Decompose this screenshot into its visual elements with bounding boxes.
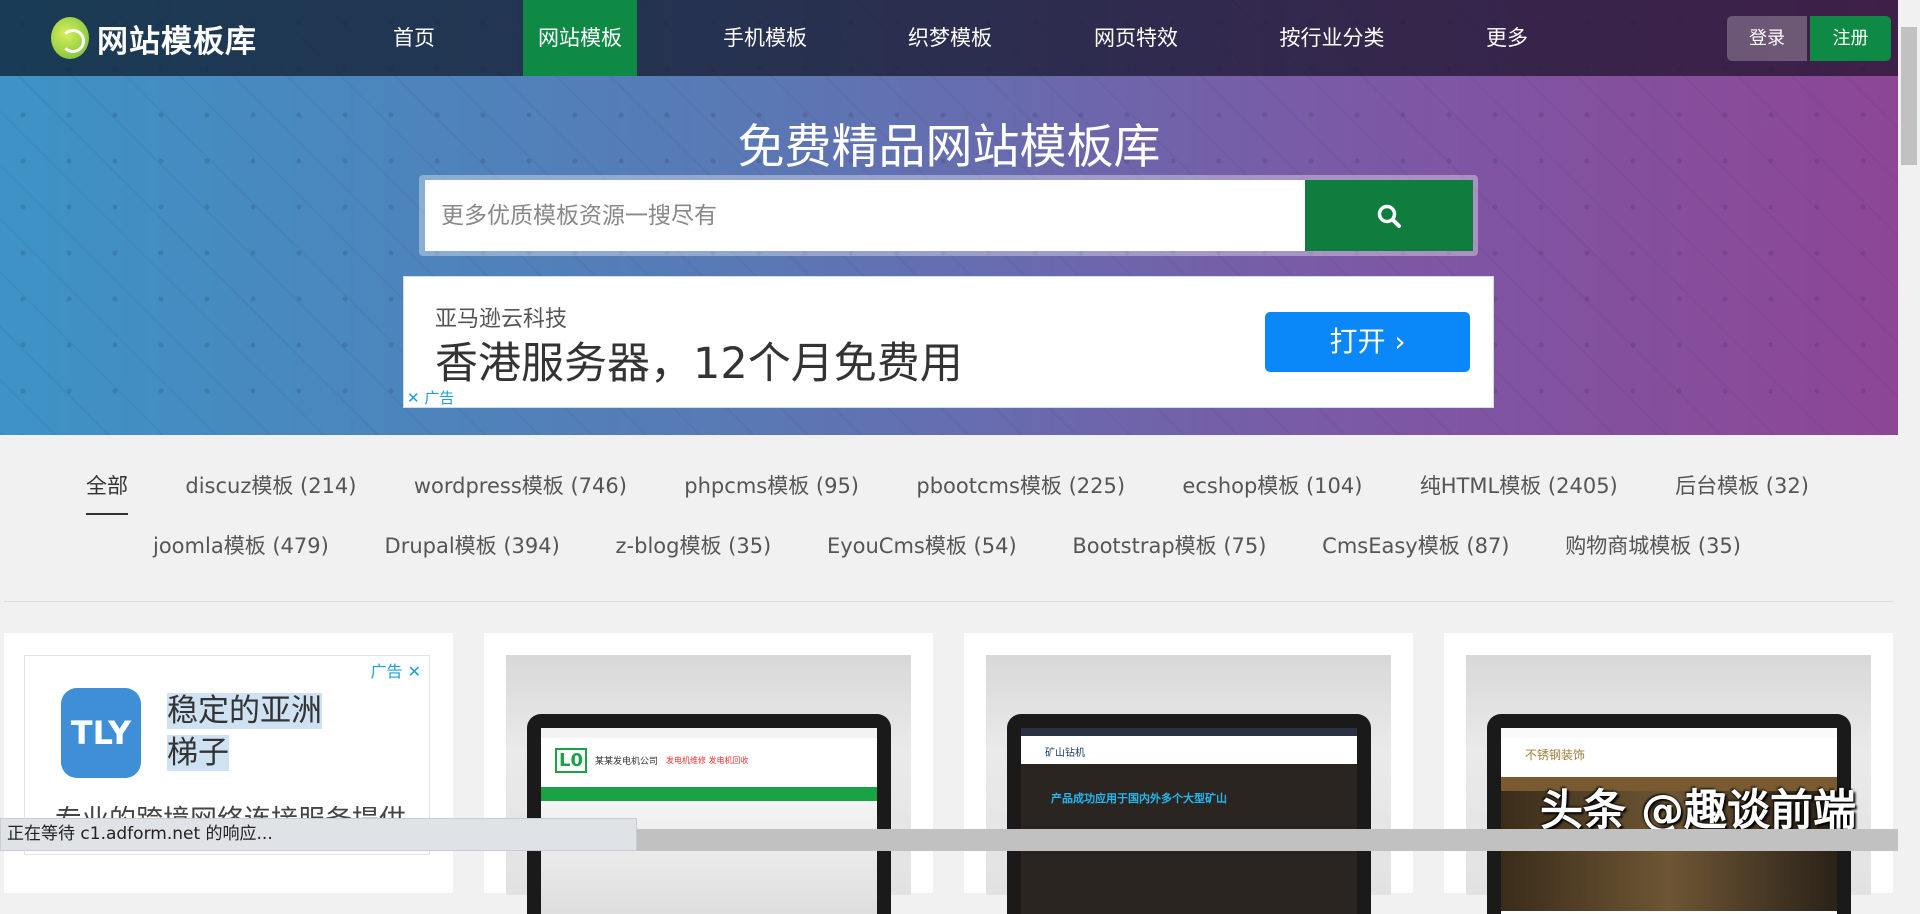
- ad-close-tag[interactable]: ✕ 广告: [407, 387, 454, 408]
- category-eyoucms[interactable]: EyouCms模板 (54): [827, 530, 1017, 560]
- category-row-2: joomla模板 (479) Drupal模板 (394) z-blog模板 (…: [153, 530, 1741, 560]
- nav-home[interactable]: 首页: [393, 0, 435, 76]
- category-zblog[interactable]: z-blog模板 (35): [616, 530, 772, 560]
- category-shop[interactable]: 购物商城模板 (35): [1565, 530, 1741, 560]
- category-admin[interactable]: 后台模板 (32): [1675, 470, 1809, 500]
- tly-logo: TLY: [61, 688, 141, 778]
- nav-by-industry[interactable]: 按行业分类: [1280, 0, 1385, 76]
- category-row-1: 全部 discuz模板 (214) wordpress模板 (746) phpc…: [86, 470, 1809, 515]
- status-bar: 正在等待 c1.adform.net 的响应...: [0, 818, 637, 851]
- login-button[interactable]: 登录: [1727, 16, 1807, 61]
- category-all[interactable]: 全部: [86, 470, 128, 515]
- category-phpcms[interactable]: phpcms模板 (95): [684, 470, 859, 500]
- thumb-headline: 产品成功应用于国内外多个大型矿山: [1051, 792, 1227, 805]
- template-thumbnail[interactable]: L0 某某发电机公司 发电机维修 发电机回收: [506, 655, 911, 914]
- ad-open-button[interactable]: 打开 ›: [1265, 312, 1470, 372]
- vertical-scrollbar[interactable]: [1898, 0, 1920, 851]
- category-pbootcms[interactable]: pbootcms模板 (225): [916, 470, 1125, 500]
- banner-ad[interactable]: 亚马逊云科技 香港服务器，12个月免费用 打开 › ✕ 广告: [403, 276, 1494, 408]
- category-joomla[interactable]: joomla模板 (479): [153, 530, 329, 560]
- nav-dede-templates[interactable]: 织梦模板: [908, 0, 992, 76]
- laptop-mockup: L0 某某发电机公司 发电机维修 发电机回收: [527, 714, 891, 914]
- template-card[interactable]: 不锈钢装饰: [1444, 633, 1893, 914]
- category-cmseasy[interactable]: CmsEasy模板 (87): [1322, 530, 1509, 560]
- horizontal-scrollbar[interactable]: [637, 829, 1898, 851]
- laptop-mockup: 矿山钻机 产品成功应用于国内外多个大型矿山: [1007, 714, 1371, 914]
- nav-more[interactable]: 更多: [1486, 0, 1528, 76]
- category-drupal[interactable]: Drupal模板 (394): [385, 530, 560, 560]
- thumb-company: 某某发电机公司: [595, 757, 659, 767]
- search-icon: [1377, 204, 1401, 228]
- category-discuz[interactable]: discuz模板 (214): [185, 470, 356, 500]
- thumb-company: 不锈钢装饰: [1525, 748, 1586, 762]
- divider: [4, 601, 1894, 602]
- ad-headline: 香港服务器，12个月免费用: [435, 339, 963, 389]
- category-html[interactable]: 纯HTML模板 (2405): [1420, 470, 1618, 500]
- hero-banner: 网站模板库 首页 网站模板 手机模板 织梦模板 网页特效 按行业分类 更多 登录…: [0, 0, 1898, 435]
- logo-text: 网站模板库: [97, 23, 257, 60]
- search-button[interactable]: [1305, 180, 1473, 251]
- top-nav: 网站模板库 首页 网站模板 手机模板 织梦模板 网页特效 按行业分类 更多 登录…: [0, 0, 1898, 76]
- logo-icon: [51, 17, 89, 59]
- category-ecshop[interactable]: ecshop模板 (104): [1182, 470, 1362, 500]
- nav-website-templates[interactable]: 网站模板: [523, 0, 637, 76]
- template-card[interactable]: L0 某某发电机公司 发电机维修 发电机回收: [484, 633, 933, 914]
- hero-title: 免费精品网站模板库: [737, 120, 1161, 175]
- card-ad-title: 稳定的亚洲 梯子: [167, 690, 322, 774]
- thumb-company: 矿山钻机: [1021, 736, 1357, 764]
- category-wordpress[interactable]: wordpress模板 (746): [414, 470, 627, 500]
- card-ad-tag[interactable]: 广告 ✕: [371, 658, 422, 682]
- register-button[interactable]: 注册: [1810, 16, 1891, 61]
- nav-web-effects[interactable]: 网页特效: [1094, 0, 1178, 76]
- logo[interactable]: 网站模板库: [51, 16, 257, 60]
- search-bar: [419, 175, 1478, 256]
- nav-mobile-templates[interactable]: 手机模板: [723, 0, 807, 76]
- card-ad-title-line2: 梯子: [167, 735, 229, 771]
- card-ad-title-line1: 稳定的亚洲: [167, 693, 322, 729]
- template-thumbnail[interactable]: 不锈钢装饰: [1466, 655, 1871, 914]
- template-card[interactable]: 矿山钻机 产品成功应用于国内外多个大型矿山: [964, 633, 1413, 914]
- category-bootstrap[interactable]: Bootstrap模板 (75): [1072, 530, 1266, 560]
- template-thumbnail[interactable]: 矿山钻机 产品成功应用于国内外多个大型矿山: [986, 655, 1391, 914]
- scrollbar-thumb[interactable]: [1901, 27, 1917, 165]
- search-input[interactable]: [425, 180, 1305, 251]
